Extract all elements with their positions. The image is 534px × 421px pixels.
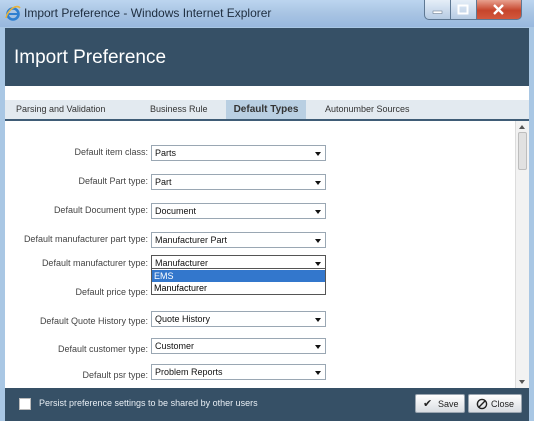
close-icon — [493, 4, 504, 15]
window-title: Import Preference - Windows Internet Exp… — [24, 6, 272, 20]
chevron-down-icon — [315, 210, 321, 214]
customer-type-value: Customer — [155, 341, 195, 351]
manufacturer-type-label: Default manufacturer type: — [41, 258, 148, 268]
customer-type-label: Default customer type: — [57, 344, 148, 354]
maximize-button[interactable] — [451, 0, 477, 20]
close-label: Close — [491, 399, 515, 409]
part-type-select[interactable]: Part — [151, 174, 326, 190]
item-class-select[interactable]: Parts — [151, 145, 326, 161]
tab-default-types[interactable]: Default Types — [226, 100, 306, 119]
document-type-select[interactable]: Document — [151, 203, 326, 219]
vertical-scrollbar[interactable] — [515, 121, 529, 388]
part-type-value: Part — [155, 177, 172, 187]
page-header: Import Preference — [5, 28, 529, 86]
scroll-up-arrow-icon[interactable] — [519, 125, 525, 129]
manufacturer-type-value: Manufacturer — [155, 258, 209, 268]
save-label: Save — [438, 399, 459, 409]
psr-type-label: Default psr type: — [82, 370, 148, 380]
chevron-down-icon — [315, 152, 321, 156]
minimize-icon — [432, 10, 443, 14]
quote-history-type-label: Default Quote History type: — [39, 316, 148, 326]
title-bar: Import Preference - Windows Internet Exp… — [0, 0, 534, 27]
internet-explorer-icon — [5, 5, 21, 21]
tab-bar: Parsing and Validation Business Rule Def… — [5, 100, 529, 121]
tab-parsing-and-validation[interactable]: Parsing and Validation — [16, 104, 105, 114]
document-type-label: Default Document type: — [53, 205, 148, 215]
persist-label: Persist preference settings to be shared… — [39, 398, 258, 408]
manufacturer-part-type-label: Default manufacturer part type: — [23, 234, 148, 244]
persist-checkbox[interactable] — [19, 398, 31, 410]
chevron-down-icon — [315, 371, 321, 375]
tab-autonumber-sources[interactable]: Autonumber Sources — [325, 104, 410, 114]
quote-history-type-select[interactable]: Quote History — [151, 311, 326, 327]
close-window-button[interactable] — [477, 0, 522, 20]
chevron-down-icon — [315, 345, 321, 349]
item-class-value: Parts — [155, 148, 177, 158]
chevron-down-icon — [315, 239, 321, 243]
chevron-down-icon — [315, 318, 321, 322]
document-type-value: Document — [155, 206, 197, 216]
part-type-label: Default Part type: — [78, 176, 148, 186]
scroll-thumb[interactable] — [518, 132, 527, 170]
customer-type-select[interactable]: Customer — [151, 338, 326, 354]
close-button[interactable]: Close — [468, 394, 522, 413]
browser-window: Import Preference - Windows Internet Exp… — [0, 0, 534, 421]
tab-business-rule[interactable]: Business Rule — [150, 104, 208, 114]
dropdown-option-ems[interactable]: EMS — [152, 270, 325, 282]
no-sign-icon — [476, 398, 488, 410]
manufacturer-type-dropdown-list[interactable]: EMS Manufacturer — [151, 268, 326, 295]
maximize-icon — [457, 4, 469, 15]
chevron-down-icon — [315, 181, 321, 185]
save-button[interactable]: ✔ Save — [415, 394, 465, 413]
scroll-down-arrow-icon[interactable] — [519, 380, 525, 384]
price-type-label: Default price type: — [75, 287, 148, 297]
psr-type-select[interactable]: Problem Reports — [151, 364, 326, 380]
checkmark-icon: ✔ — [423, 398, 433, 410]
footer-bar: Persist preference settings to be shared… — [5, 388, 529, 421]
manufacturer-part-type-select[interactable]: Manufacturer Part — [151, 232, 326, 248]
item-class-label: Default item class: — [74, 147, 148, 157]
page-title: Import Preference — [14, 47, 167, 68]
manufacturer-part-type-value: Manufacturer Part — [155, 235, 228, 245]
minimize-button[interactable] — [424, 0, 451, 20]
chevron-down-icon — [315, 262, 321, 266]
psr-type-value: Problem Reports — [155, 367, 223, 377]
dropdown-option-manufacturer[interactable]: Manufacturer — [152, 282, 325, 294]
quote-history-type-value: Quote History — [155, 314, 211, 324]
